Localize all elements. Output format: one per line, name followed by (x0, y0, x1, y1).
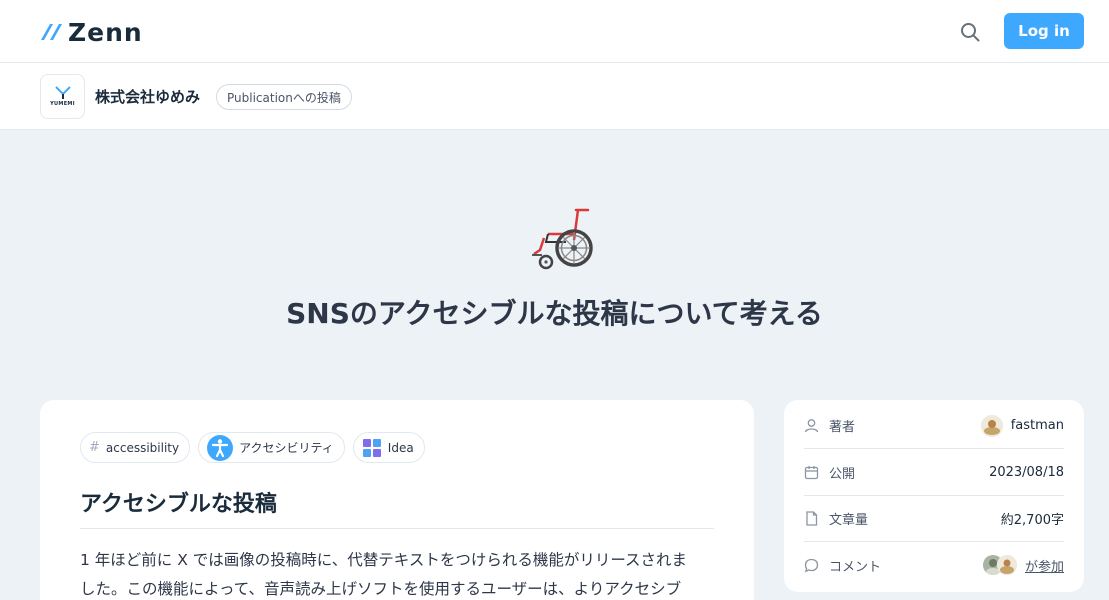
publication-logo[interactable]: YUMEMI (40, 74, 85, 119)
participant-avatar (996, 555, 1017, 575)
yumemi-logo-icon (54, 86, 71, 99)
tag-label: accessibility (105, 440, 180, 455)
join-link[interactable]: が参加 (1025, 556, 1064, 575)
tag-label: アクセシビリティ (239, 441, 334, 455)
tag-accessibility-ja[interactable]: アクセシビリティ (198, 432, 345, 463)
zenn-logo-icon (41, 24, 62, 40)
document-icon (806, 511, 818, 526)
tag-label: Idea (387, 440, 414, 455)
participant-avatars (982, 555, 1017, 575)
article-paragraph: 1 年ほど前に X では画像の投稿時に、代替テキストをつけられる機能がリリースさ… (80, 546, 714, 600)
publication-name[interactable]: 株式会社ゆめみ (95, 86, 200, 107)
published-label: 公開 (829, 467, 856, 482)
author-name: fastman (1010, 418, 1064, 433)
avatar-image-icon (996, 555, 1017, 575)
section-heading: アクセシブルな投稿 (80, 486, 714, 529)
search-button[interactable] (958, 20, 982, 44)
zenn-logo[interactable]: Zenn (40, 17, 143, 47)
published-row: 公開 2023/08/18 (804, 450, 1064, 496)
accessibility-icon (207, 434, 234, 461)
published-date: 2023/08/18 (989, 465, 1064, 480)
site-header: Zenn Log in (0, 0, 1109, 63)
length-value: 約2,700字 (1000, 513, 1064, 528)
author-link[interactable]: fastman (980, 414, 1064, 437)
user-icon (804, 419, 819, 433)
publication-logo-text: YUMEMI (50, 101, 75, 107)
author-label: 著者 (829, 420, 856, 435)
author-avatar (980, 414, 1003, 437)
logo-text: Zenn (68, 17, 143, 47)
participants-link[interactable]: が参加 (982, 555, 1064, 575)
length-label: 文章量 (829, 513, 869, 528)
hash-icon: # (89, 440, 100, 455)
publication-bar: YUMEMI 株式会社ゆめみ Publicationへの投稿 (0, 63, 1109, 130)
comment-icon (804, 558, 819, 572)
tag-idea[interactable]: Idea (352, 432, 425, 463)
article-title: SNSのアクセシブルな投稿について考える (286, 297, 823, 330)
publication-badge: Publicationへの投稿 (216, 84, 352, 110)
wheelchair-icon (532, 208, 593, 270)
calendar-icon (804, 466, 819, 480)
avatar-image-icon (980, 414, 1003, 437)
article-body: # accessibility アクセシビリティ Idea アクセシブルな投稿 … (40, 400, 754, 600)
author-row: 著者 fastman (804, 403, 1064, 449)
tag-accessibility[interactable]: # accessibility (80, 432, 191, 463)
comment-row: コメント が参加 (804, 542, 1064, 588)
paragraph-line: した。この機能によって、音声読み上げソフトを使用するユーザーは、よりアクセシブ (80, 580, 682, 598)
login-button[interactable]: Log in (1004, 13, 1084, 49)
tag-list: # accessibility アクセシビリティ Idea (80, 432, 425, 463)
length-row: 文章量 約2,700字 (804, 496, 1064, 542)
comment-label: コメント (829, 559, 882, 575)
paragraph-line: 1 年ほど前に X では画像の投稿時に、代替テキストをつけられる機能がリリースさ… (80, 551, 688, 569)
idea-icon (362, 438, 381, 457)
search-icon (961, 23, 980, 42)
article-info-sidebar: 著者 fastman 公開 2023/08/18 文章量 約2,700字 コメン… (784, 400, 1084, 592)
